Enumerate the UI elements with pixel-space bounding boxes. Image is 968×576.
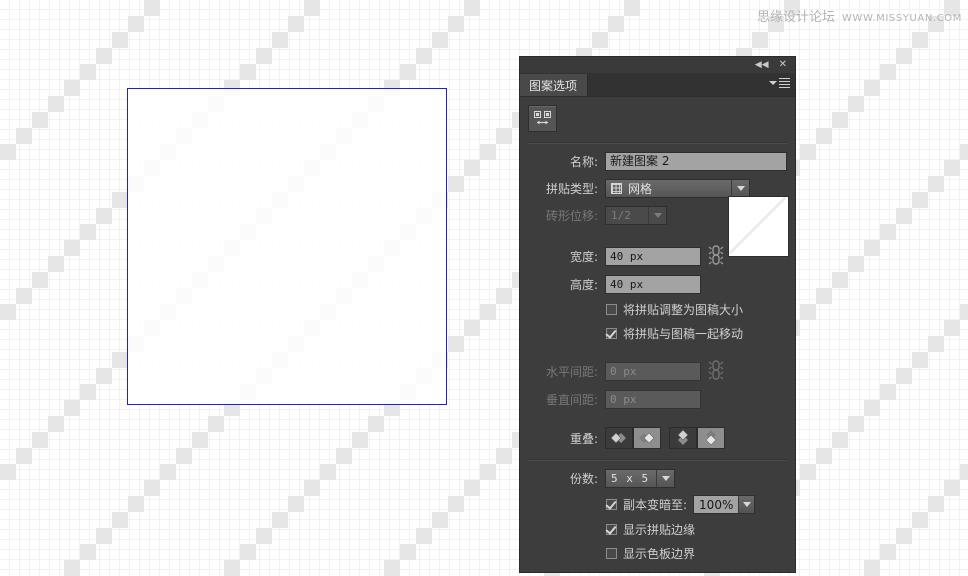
overlap-horizontal-group bbox=[605, 427, 661, 449]
tile-type-value: 网格 bbox=[628, 182, 653, 196]
chevron-down-icon bbox=[736, 186, 745, 191]
row-height: 高度: 40 px bbox=[520, 275, 795, 294]
overlap-top-in-front-button[interactable] bbox=[669, 427, 697, 449]
copies-caret[interactable] bbox=[656, 470, 674, 487]
brick-offset-label: 砖形位移: bbox=[545, 209, 598, 223]
brick-offset-caret bbox=[648, 207, 666, 224]
row-v-spacing: 垂直间距: 0 px bbox=[520, 390, 795, 409]
dim-copies-value: 100% bbox=[699, 497, 734, 512]
overlap-bottom-in-front-button[interactable] bbox=[697, 427, 725, 449]
row-overlap: 重叠: bbox=[520, 427, 795, 449]
checkbox-row-show-swatch-bounds[interactable]: 显示色板边界 bbox=[520, 545, 795, 562]
panel-titlebar: ◀◀ ✕ bbox=[520, 57, 795, 74]
link-spacing-icon[interactable] bbox=[707, 360, 725, 382]
copies-value: 5 x 5 bbox=[611, 472, 650, 485]
tab-pattern-options[interactable]: 图案选项 bbox=[520, 74, 589, 96]
grid-icon bbox=[611, 183, 622, 194]
chevron-down-icon bbox=[769, 81, 777, 85]
watermark-url: WWW.MISSYUAN.COM bbox=[842, 13, 962, 24]
pattern-preview-swatch[interactable] bbox=[728, 196, 789, 257]
row-copies: 份数: 5 x 5 bbox=[520, 469, 795, 488]
artboard-canvas[interactable] bbox=[0, 0, 968, 576]
hamburger-icon bbox=[779, 78, 790, 88]
name-label: 名称: bbox=[569, 155, 598, 169]
chevron-down-icon bbox=[653, 213, 662, 218]
overlap-top-in-front-icon bbox=[677, 429, 689, 445]
overlap-vertical-group bbox=[669, 427, 725, 449]
collapse-icon[interactable]: ◀◀ bbox=[755, 60, 769, 70]
width-input[interactable]: 40 px bbox=[605, 246, 701, 266]
chain-link-icon bbox=[708, 245, 724, 265]
row-name: 名称: 新建图案 2 bbox=[520, 152, 795, 171]
divider-top bbox=[528, 142, 787, 144]
overlap-right-in-front-icon bbox=[639, 432, 655, 444]
watermark: 思缘设计论坛 WWW.MISSYUAN.COM bbox=[757, 6, 962, 25]
tile-type-label: 拼贴类型: bbox=[545, 182, 598, 196]
checkbox-row-show-tile-edge[interactable]: 显示拼贴边缘 bbox=[520, 521, 795, 538]
height-input[interactable]: 40 px bbox=[605, 275, 701, 294]
checkbox-row-fit-tile[interactable]: 将拼贴调整为图稿大小 bbox=[520, 301, 795, 318]
v-spacing-input[interactable]: 0 px bbox=[605, 390, 701, 409]
dim-copies-checkbox[interactable] bbox=[606, 499, 617, 510]
dim-copies-caret[interactable] bbox=[738, 496, 755, 513]
brick-offset-value: 1/2 bbox=[611, 209, 631, 222]
show-tile-edge-label: 显示拼贴边缘 bbox=[623, 523, 696, 537]
pattern-tile-tool-button[interactable] bbox=[528, 105, 557, 132]
overlap-label: 重叠: bbox=[569, 431, 598, 446]
overlap-right-in-front-button[interactable] bbox=[633, 427, 661, 449]
pattern-tile-tool-icon bbox=[534, 111, 551, 125]
fit-tile-checkbox[interactable] bbox=[606, 304, 617, 315]
brick-offset-select: 1/2 bbox=[605, 206, 667, 225]
chevron-down-icon bbox=[742, 502, 751, 507]
name-input[interactable]: 新建图案 2 bbox=[605, 152, 787, 171]
height-label: 高度: bbox=[569, 278, 598, 292]
move-tile-checkbox[interactable] bbox=[606, 328, 617, 339]
overlap-bottom-in-front-icon bbox=[705, 430, 717, 446]
close-icon[interactable]: ✕ bbox=[779, 60, 787, 70]
panel-menu-icon[interactable] bbox=[769, 78, 790, 88]
panel-tabbar: 图案选项 bbox=[520, 74, 795, 97]
checkbox-row-move-tile[interactable]: 将拼贴与图稿一起移动 bbox=[520, 325, 795, 342]
dim-copies-select[interactable]: 100% bbox=[693, 495, 756, 514]
pattern-preview-thumbnail bbox=[729, 197, 788, 256]
overlap-left-in-front-button[interactable] bbox=[605, 427, 633, 449]
chain-link-icon bbox=[708, 360, 724, 380]
overlap-left-in-front-icon bbox=[610, 432, 626, 444]
row-dim-copies: 副本变暗至: 100% bbox=[520, 495, 795, 514]
divider-bottom bbox=[528, 459, 787, 461]
move-tile-label: 将拼贴与图稿一起移动 bbox=[623, 327, 744, 341]
watermark-forum-name: 思缘设计论坛 bbox=[757, 10, 836, 25]
row-h-spacing: 水平间距: 0 px bbox=[520, 360, 795, 382]
dim-copies-label: 副本变暗至: bbox=[623, 498, 688, 512]
panel-body: 名称: 新建图案 2 拼贴类型: 网格 砖形位移: 1/2 宽度: 40 px … bbox=[520, 97, 795, 572]
fit-tile-label: 将拼贴调整为图稿大小 bbox=[623, 303, 744, 317]
tool-row bbox=[520, 97, 795, 140]
copies-label: 份数: bbox=[569, 472, 598, 486]
pattern-tile-boundary[interactable] bbox=[127, 88, 447, 405]
v-spacing-label: 垂直间距: bbox=[545, 393, 598, 407]
show-swatch-bounds-label: 显示色板边界 bbox=[623, 547, 696, 561]
h-spacing-label: 水平间距: bbox=[545, 364, 598, 379]
show-swatch-bounds-checkbox[interactable] bbox=[606, 548, 617, 559]
chevron-down-icon bbox=[661, 476, 670, 481]
pattern-options-panel: ◀◀ ✕ 图案选项 名称: 新建图案 2 拼贴类型: 网格 砖形位移: 1/2 … bbox=[519, 56, 796, 573]
show-tile-edge-checkbox[interactable] bbox=[606, 524, 617, 535]
h-spacing-input[interactable]: 0 px bbox=[605, 361, 701, 381]
tab-label: 图案选项 bbox=[529, 78, 578, 93]
width-label: 宽度: bbox=[569, 249, 598, 264]
copies-select[interactable]: 5 x 5 bbox=[605, 469, 675, 488]
tile-type-caret[interactable] bbox=[731, 180, 749, 197]
link-dimensions-icon[interactable] bbox=[707, 245, 725, 267]
